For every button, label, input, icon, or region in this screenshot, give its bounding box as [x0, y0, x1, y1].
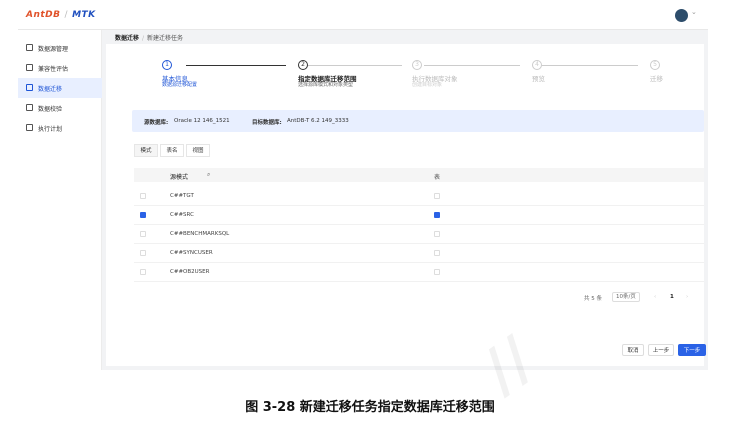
target-db-label: 目标数据库:: [252, 120, 282, 126]
top-bar: AntDB / MTK ⌄: [18, 0, 708, 30]
source-db-label: 源数据库:: [144, 120, 169, 126]
next-page-button[interactable]: ›: [686, 294, 688, 300]
step-desc: 创建目标对象: [412, 82, 443, 88]
search-icon[interactable]: ⌕: [207, 171, 210, 179]
step-connector: [424, 65, 520, 66]
sidebar-item-plan[interactable]: 执行计划: [18, 118, 102, 138]
table-row: C##TGT: [134, 187, 704, 206]
column-header-schema: 源模式: [170, 174, 189, 181]
table-row: C##BENCHMARKSQL: [134, 225, 704, 244]
database-info-bar: 源数据库: Oracle 12 146_1521 目标数据库: AntDB-T …: [132, 110, 704, 132]
breadcrumb-current: 新建迁移任务: [147, 35, 184, 42]
table-checkbox[interactable]: [434, 212, 440, 218]
table-header: 源模式 ⌕ 表: [134, 168, 704, 182]
schema-name: C##BENCHMARKSQL: [170, 231, 230, 237]
app-window: AntDB / MTK ⌄ 数据源管理 兼容性评估 数据迁移 数据校验 执行计划 数…: [18, 0, 708, 370]
folder-icon: [26, 84, 33, 91]
database-icon: [26, 44, 33, 51]
step-desc: 选择源库模式和对象类型: [298, 82, 354, 88]
pagination-total: 共 5 条: [584, 296, 602, 302]
tab-table[interactable]: 表名: [160, 144, 184, 157]
table-checkbox[interactable]: [434, 250, 440, 256]
row-checkbox[interactable]: [140, 231, 146, 237]
avatar[interactable]: [675, 9, 688, 22]
next-step-button[interactable]: 下一步: [678, 344, 706, 356]
sidebar: 数据源管理 兼容性评估 数据迁移 数据校验 执行计划: [18, 30, 102, 370]
check-icon: [26, 104, 33, 111]
sidebar-item-compat[interactable]: 兼容性评估: [18, 58, 102, 78]
breadcrumb-parent[interactable]: 数据迁移: [115, 35, 139, 42]
row-checkbox[interactable]: [140, 212, 146, 218]
column-header-table: 表: [434, 174, 441, 181]
logo: AntDB / MTK: [26, 10, 96, 20]
sidebar-item-verify[interactable]: 数据校验: [18, 98, 102, 118]
main-panel: 1 基本信息 数据源迁移配置 2 指定数据库迁移范围 选择源库模式和对象类型 3…: [106, 44, 706, 366]
step-title: 预览: [532, 75, 545, 83]
table-row: C##OB2USER: [134, 263, 704, 282]
page-size-select[interactable]: 10条/页: [612, 292, 640, 302]
step-title: 迁移: [650, 75, 663, 83]
chevron-down-icon[interactable]: ⌄: [691, 8, 697, 16]
step-connector: [186, 65, 286, 66]
prev-step-button[interactable]: 上一步: [648, 344, 674, 356]
cancel-button[interactable]: 取消: [622, 344, 644, 356]
step-connector: [542, 65, 638, 66]
row-checkbox[interactable]: [140, 269, 146, 275]
schema-name: C##OB2USER: [170, 269, 210, 275]
row-checkbox[interactable]: [140, 193, 146, 199]
table-checkbox[interactable]: [434, 269, 440, 275]
tab-schema[interactable]: 模式: [134, 144, 158, 157]
schema-name: C##TGT: [170, 193, 194, 199]
calendar-icon: [26, 124, 33, 131]
sidebar-item-migration[interactable]: 数据迁移: [18, 78, 102, 98]
table-checkbox[interactable]: [434, 193, 440, 199]
prev-page-button[interactable]: ‹: [654, 294, 656, 300]
schema-name: C##SRC: [170, 212, 194, 218]
source-db-value: Oracle 12 146_1521: [174, 118, 230, 124]
breadcrumb: 数据迁移 / 新建迁移任务: [115, 35, 184, 42]
step-desc: 数据源迁移配置: [162, 82, 198, 88]
tab-view[interactable]: 视图: [186, 144, 210, 157]
schema-name: C##SYNCUSER: [170, 250, 213, 256]
target-db-value: AntDB-T 6.2 149_3333: [287, 118, 349, 124]
page-number[interactable]: 1: [670, 294, 674, 300]
figure-caption: 图 3-28 新建迁移任务指定数据库迁移范围: [245, 400, 495, 415]
sidebar-item-datasource[interactable]: 数据源管理: [18, 38, 102, 58]
table-row: C##SYNCUSER: [134, 244, 704, 263]
table-row: C##SRC: [134, 206, 704, 225]
table-checkbox[interactable]: [434, 231, 440, 237]
document-icon: [26, 64, 33, 71]
row-checkbox[interactable]: [140, 250, 146, 256]
step-connector: [308, 65, 402, 66]
